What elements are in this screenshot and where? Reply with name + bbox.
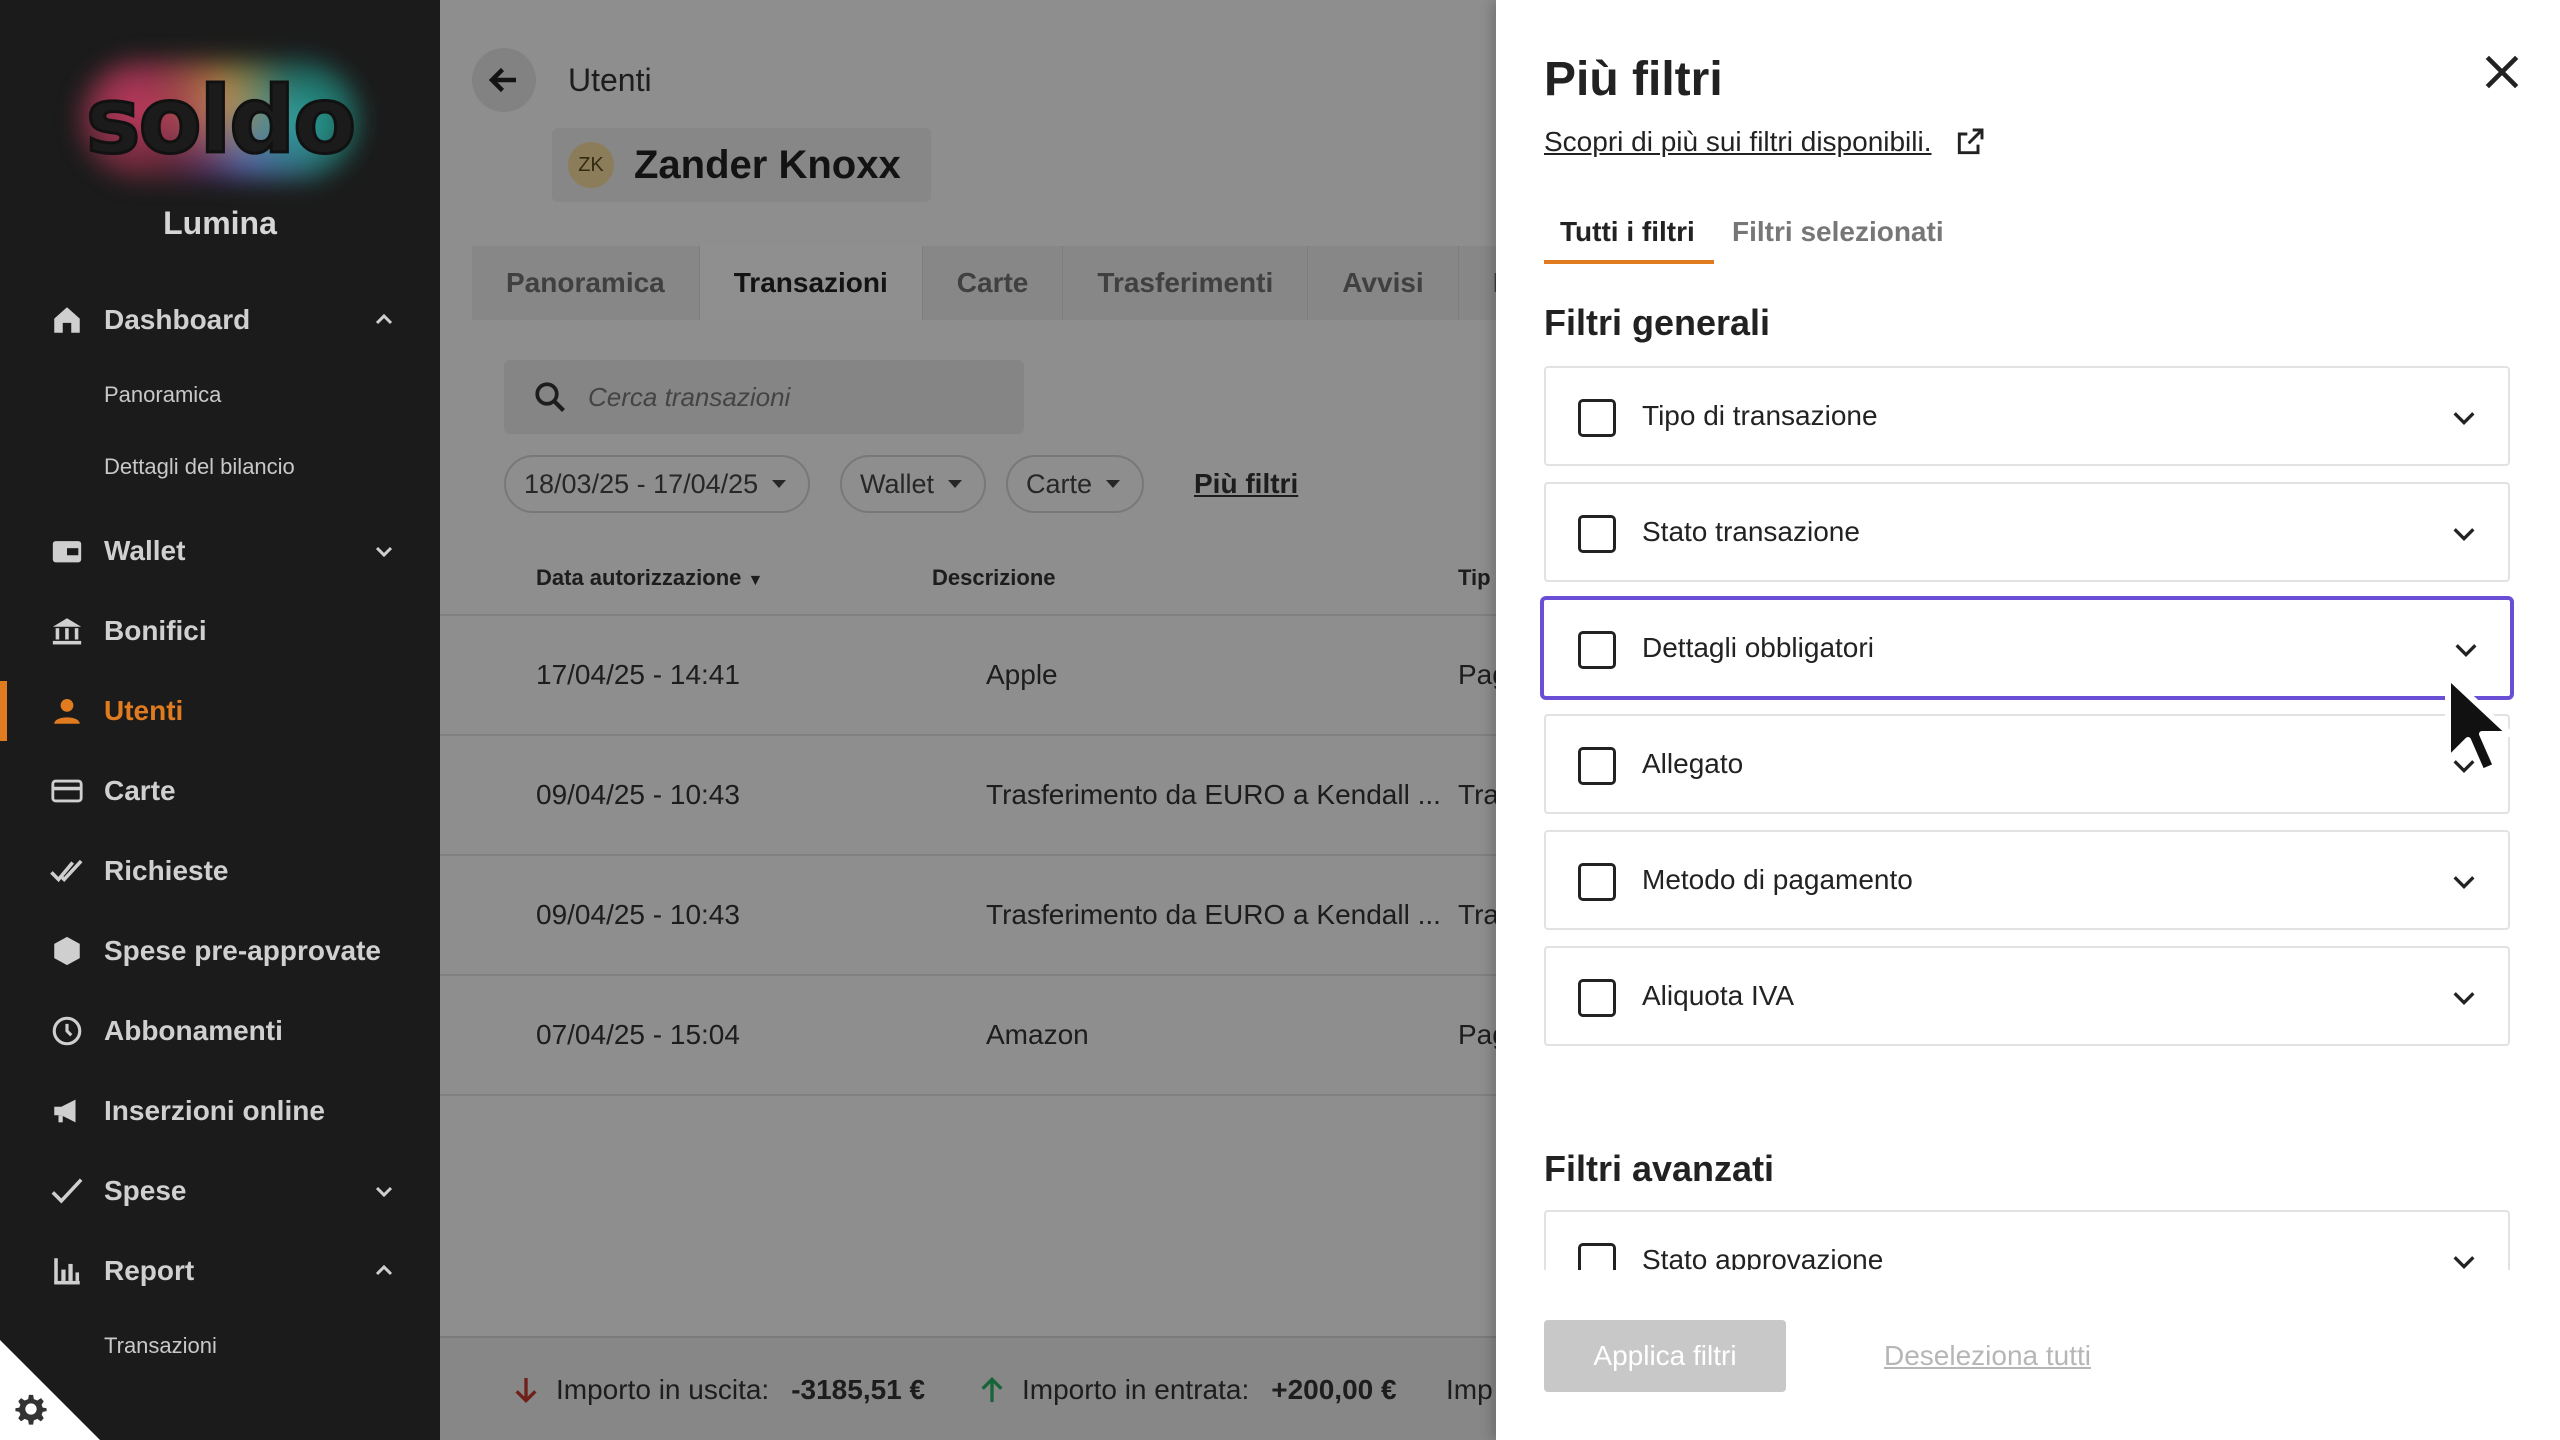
filter-allegato[interactable]: Allegato bbox=[1544, 714, 2510, 814]
chevron-up-icon bbox=[375, 1264, 393, 1276]
home-icon bbox=[50, 303, 84, 337]
sidebar-item-label: Wallet bbox=[104, 535, 186, 566]
general-filters-title: Filtri generali bbox=[1544, 302, 1771, 343]
sidebar-item-label: Richieste bbox=[104, 855, 229, 886]
filter-label: Metodo di pagamento bbox=[1642, 864, 1913, 895]
filter-label: Dettagli obbligatori bbox=[1642, 632, 1874, 663]
panel-title: Più filtri bbox=[1544, 53, 1723, 106]
org-name: Lumina bbox=[163, 205, 277, 241]
sidebar-sub-transazioni[interactable]: Transazioni bbox=[104, 1333, 217, 1359]
tab-all-filters[interactable]: Tutti i filtri bbox=[1560, 216, 1695, 248]
filter-metodo-pagamento[interactable]: Metodo di pagamento bbox=[1544, 830, 2510, 930]
deselect-all-link[interactable]: Deseleziona tutti bbox=[1884, 1340, 2091, 1372]
chevron-down-icon[interactable] bbox=[2450, 404, 2478, 432]
sidebar-item-abbonamenti[interactable]: Abbonamenti bbox=[0, 1001, 440, 1061]
close-icon[interactable] bbox=[2480, 50, 2524, 94]
chevron-down-icon[interactable] bbox=[2450, 868, 2478, 896]
sidebar-item-carte[interactable]: Carte bbox=[0, 761, 440, 821]
more-filters-panel: Più filtri Scopri di più sui filtri disp… bbox=[1496, 0, 2560, 1440]
settings-corner[interactable] bbox=[0, 1340, 100, 1440]
filter-label: Stato transazione bbox=[1642, 516, 1860, 547]
filter-label: Aliquota IVA bbox=[1642, 980, 1795, 1011]
sidebar-item-label: Spese pre-approvate bbox=[104, 935, 381, 966]
hexagon-icon bbox=[50, 934, 84, 968]
gear-icon bbox=[15, 1394, 47, 1425]
sidebar-item-label: Carte bbox=[104, 775, 176, 806]
sidebar-item-inserzioni-online[interactable]: Inserzioni online bbox=[0, 1081, 440, 1141]
modal-backdrop[interactable] bbox=[440, 0, 1496, 1440]
chevron-down-icon[interactable] bbox=[2450, 984, 2478, 1012]
chevron-up-icon bbox=[375, 313, 393, 325]
checkbox[interactable] bbox=[1578, 863, 1616, 901]
filter-label: Allegato bbox=[1642, 748, 1744, 779]
sidebar-item-label: Utenti bbox=[104, 695, 184, 726]
filter-dettagli-obbligatori[interactable]: Dettagli obbligatori bbox=[1540, 596, 2514, 700]
sidebar-item-label: Spese bbox=[104, 1175, 187, 1206]
sidebar-item-bonifici[interactable]: Bonifici bbox=[0, 601, 440, 661]
sidebar-item-richieste[interactable]: Richieste bbox=[0, 841, 440, 901]
wallet-icon bbox=[50, 534, 84, 568]
filter-label: Tipo di transazione bbox=[1642, 400, 1878, 431]
sidebar-sub-panoramica[interactable]: Panoramica bbox=[104, 382, 221, 408]
chevron-down-icon[interactable] bbox=[2450, 520, 2478, 548]
learn-more-label: Scopri di più sui filtri disponibili. bbox=[1544, 126, 1932, 157]
sidebar-item-spese[interactable]: Spese bbox=[0, 1161, 440, 1221]
chevron-down-icon bbox=[375, 546, 393, 558]
sidebar-item-utenti[interactable]: Utenti bbox=[0, 681, 440, 741]
checkbox[interactable] bbox=[1578, 399, 1616, 437]
checkbox[interactable] bbox=[1578, 515, 1616, 553]
mouse-cursor-icon bbox=[2445, 673, 2513, 775]
sidebar-item-label: Report bbox=[104, 1255, 195, 1286]
advanced-filters-title: Filtri avanzati bbox=[1544, 1148, 1775, 1189]
clock-icon bbox=[50, 1014, 84, 1048]
checkbox[interactable] bbox=[1578, 631, 1616, 669]
sidebar-item-label: Inserzioni online bbox=[104, 1095, 325, 1126]
filter-aliquota-iva[interactable]: Aliquota IVA bbox=[1544, 946, 2510, 1046]
sidebar-item-label: Abbonamenti bbox=[104, 1015, 283, 1046]
tab-selected-filters[interactable]: Filtri selezionati bbox=[1732, 216, 1944, 248]
chevron-down-icon[interactable] bbox=[2452, 636, 2480, 664]
filter-stato-transazione[interactable]: Stato transazione bbox=[1544, 482, 2510, 582]
sidebar-item-label: Dashboard bbox=[104, 304, 251, 335]
sidebar: soldo Lumina Dashboard Panoramica Dettag… bbox=[0, 0, 440, 1440]
megaphone-icon bbox=[50, 1094, 84, 1128]
user-icon bbox=[50, 694, 84, 728]
learn-more-link[interactable]: Scopri di più sui filtri disponibili. bbox=[1544, 126, 1986, 158]
chevron-down-icon bbox=[375, 1186, 393, 1198]
sidebar-item-report[interactable]: Report bbox=[0, 1241, 440, 1301]
apply-filters-button[interactable]: Applica filtri bbox=[1544, 1320, 1786, 1392]
checkbox[interactable] bbox=[1578, 747, 1616, 785]
checkmark-icon bbox=[50, 1174, 84, 1208]
sidebar-item-wallet[interactable]: Wallet bbox=[0, 521, 440, 581]
sidebar-item-dashboard[interactable]: Dashboard bbox=[0, 290, 440, 350]
filter-tipo-transazione[interactable]: Tipo di transazione bbox=[1544, 366, 2510, 466]
bar-chart-icon bbox=[50, 1254, 84, 1288]
checkbox[interactable] bbox=[1578, 979, 1616, 1017]
double-check-icon bbox=[50, 854, 84, 888]
active-tab-indicator bbox=[1544, 260, 1714, 264]
card-icon bbox=[50, 774, 84, 808]
scroll-fade bbox=[1496, 1270, 2560, 1310]
soldo-logo[interactable]: soldo bbox=[60, 50, 380, 190]
external-link-icon bbox=[1957, 128, 1983, 155]
bank-icon bbox=[50, 614, 84, 648]
sidebar-sub-dettagli-bilancio[interactable]: Dettagli del bilancio bbox=[104, 454, 295, 480]
sidebar-item-label: Bonifici bbox=[104, 615, 207, 646]
sidebar-item-spese-pre-approvate[interactable]: Spese pre-approvate bbox=[0, 921, 440, 981]
